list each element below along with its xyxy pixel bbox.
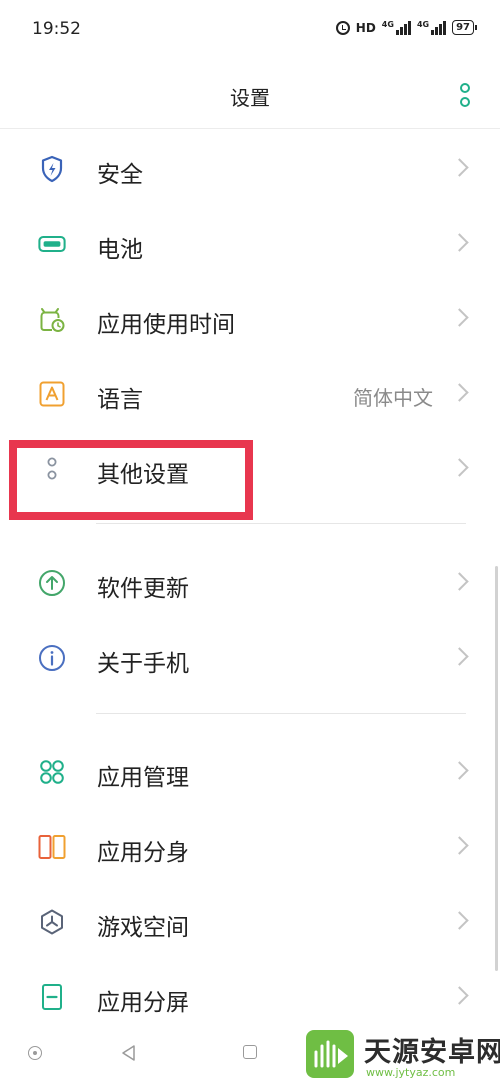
settings-item-label: 其他设置	[97, 462, 189, 488]
status-icons: HD 4G 4G 97	[335, 20, 477, 35]
info-icon	[38, 644, 66, 672]
title-bar: 设置	[0, 60, 500, 129]
settings-item-label: 应用使用时间	[97, 312, 235, 338]
settings-item-security[interactable]: 安全	[0, 131, 500, 206]
app-clone-icon	[38, 833, 66, 861]
settings-item-software-update[interactable]: 软件更新	[0, 545, 500, 620]
settings-item-label: 安全	[97, 162, 143, 188]
hd-badge: HD	[355, 20, 376, 35]
settings-item-label: 应用管理	[97, 765, 189, 791]
settings-item-label: 应用分身	[97, 840, 189, 866]
settings-item-app-clone[interactable]: 应用分身	[0, 809, 500, 884]
settings-item-battery[interactable]: 电池	[0, 206, 500, 281]
settings-item-label: 语言	[97, 387, 143, 413]
group-divider	[96, 523, 466, 524]
battery-icon	[38, 230, 66, 258]
back-triangle-icon[interactable]	[120, 1044, 138, 1066]
settings-item-about-phone[interactable]: 关于手机	[0, 620, 500, 695]
language-icon	[38, 380, 66, 408]
other-settings-icon	[38, 455, 66, 483]
settings-item-other-settings[interactable]: 其他设置	[0, 431, 500, 506]
chevron-right-icon	[450, 836, 469, 855]
watermark-brand: 天源安卓网	[364, 1037, 500, 1068]
chevron-right-icon	[450, 911, 469, 930]
chevron-right-icon	[450, 233, 469, 252]
chevron-right-icon	[450, 986, 469, 1005]
signal-icon-2	[431, 20, 447, 35]
language-value: 简体中文	[353, 386, 433, 410]
group-divider	[96, 713, 466, 714]
chevron-right-icon	[450, 647, 469, 666]
signal-icon	[395, 20, 411, 35]
watermark-logo-icon	[306, 1030, 354, 1078]
chevron-right-icon	[450, 458, 469, 477]
network-type-1: 4G	[381, 20, 394, 29]
settings-item-label: 软件更新	[97, 576, 189, 602]
network-type-2: 4G	[416, 20, 430, 29]
settings-item-label: 游戏空间	[97, 915, 189, 941]
status-bar: 19:52 HD 4G 4G 97	[0, 0, 500, 60]
chevron-right-icon	[450, 308, 469, 327]
shield-icon	[38, 155, 66, 183]
app-grid-icon	[38, 758, 66, 786]
scrollbar[interactable]	[495, 566, 498, 971]
settings-item-language[interactable]: 语言 简体中文	[0, 356, 500, 431]
more-options-icon[interactable]	[460, 83, 470, 107]
chevron-right-icon	[450, 572, 469, 591]
game-space-icon	[38, 908, 66, 936]
settings-item-label: 电池	[97, 237, 143, 263]
recents-square-icon[interactable]	[243, 1045, 257, 1059]
chevron-right-icon	[450, 383, 469, 402]
chevron-right-icon	[450, 158, 469, 177]
update-arrow-icon	[38, 569, 66, 597]
watermark-url: www.jytyaz.com	[366, 1066, 456, 1079]
screen-time-icon	[38, 305, 66, 333]
settings-item-label: 应用分屏	[97, 990, 189, 1016]
settings-item-label: 关于手机	[97, 651, 189, 677]
status-time: 19:52	[32, 19, 81, 39]
settings-item-app-usage[interactable]: 应用使用时间	[0, 281, 500, 356]
split-screen-icon	[38, 983, 66, 1011]
page-title: 设置	[230, 86, 270, 110]
alarm-icon	[335, 20, 350, 35]
settings-item-app-management[interactable]: 应用管理	[0, 734, 500, 809]
settings-item-game-space[interactable]: 游戏空间	[0, 884, 500, 959]
chevron-right-icon	[450, 761, 469, 780]
battery-level: 97	[452, 20, 477, 35]
assistant-dot-icon[interactable]	[28, 1046, 42, 1060]
watermark: 天源安卓网 www.jytyaz.com	[306, 1026, 500, 1082]
settings-item-split-screen[interactable]: 应用分屏	[0, 959, 500, 1034]
